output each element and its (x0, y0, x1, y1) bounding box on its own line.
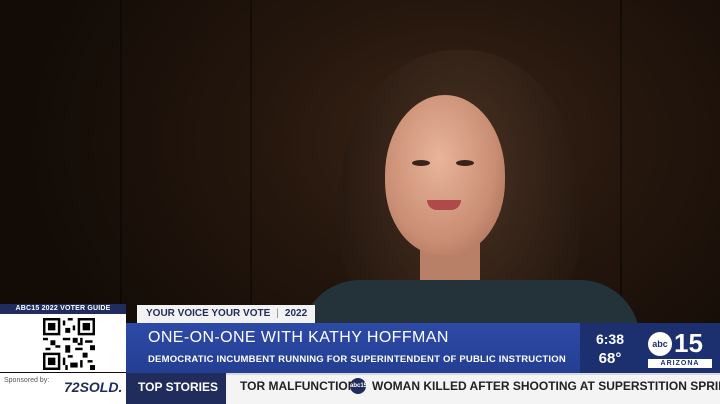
interviewee-eye (456, 160, 474, 166)
time-weather-box: 6:38 68° (580, 323, 640, 373)
headline-text: ONE-ON-ONE WITH KATHY HOFFMAN (148, 329, 449, 346)
abc15-logo-icon: abc 15 ARIZONA (640, 323, 720, 373)
ticker-story: WOMAN KILLED AFTER SHOOTING AT SUPERSTIT… (372, 379, 720, 393)
segment-tag-separator: | (276, 308, 279, 319)
interviewee-mouth (427, 200, 461, 210)
segment-tag: YOUR VOICE YOUR VOTE | 2022 (137, 305, 315, 323)
voter-guide-label: ABC15 2022 VOTER GUIDE (0, 304, 126, 314)
wood-panel-seam (250, 0, 252, 330)
ticker-section-label: TOP STORIES (126, 373, 226, 404)
current-time: 6:38 (595, 331, 625, 347)
qr-panel (0, 314, 126, 372)
abc-network-mark: abc (648, 332, 672, 356)
sponsor-brand: 72SOLD. (64, 379, 123, 395)
station-region: ARIZONA (648, 359, 712, 368)
interviewee-face (385, 95, 505, 255)
qr-code-icon (43, 318, 95, 370)
sponsor-label: Sponsored by: (4, 377, 50, 384)
current-temperature: 68° (598, 350, 622, 367)
station-number: 15 (674, 328, 703, 358)
segment-tag-year: 2022 (284, 308, 308, 319)
wood-panel-seam (620, 0, 622, 330)
ticker-sponsor: Sponsored by: 72SOLD. (0, 373, 126, 404)
ticker-separator-icon: abc15 (350, 378, 367, 394)
subheadline-text: DEMOCRATIC INCUMBENT RUNNING FOR SUPERIN… (148, 354, 566, 365)
lower-third-headline: ONE-ON-ONE WITH KATHY HOFFMAN DEMOCRATIC… (126, 323, 580, 373)
ticker-story: TOR MALFUNCTION (240, 379, 357, 393)
interviewee-eye (412, 160, 430, 166)
segment-tag-label: YOUR VOICE YOUR VOTE (146, 308, 271, 319)
wood-panel-seam (120, 0, 122, 330)
